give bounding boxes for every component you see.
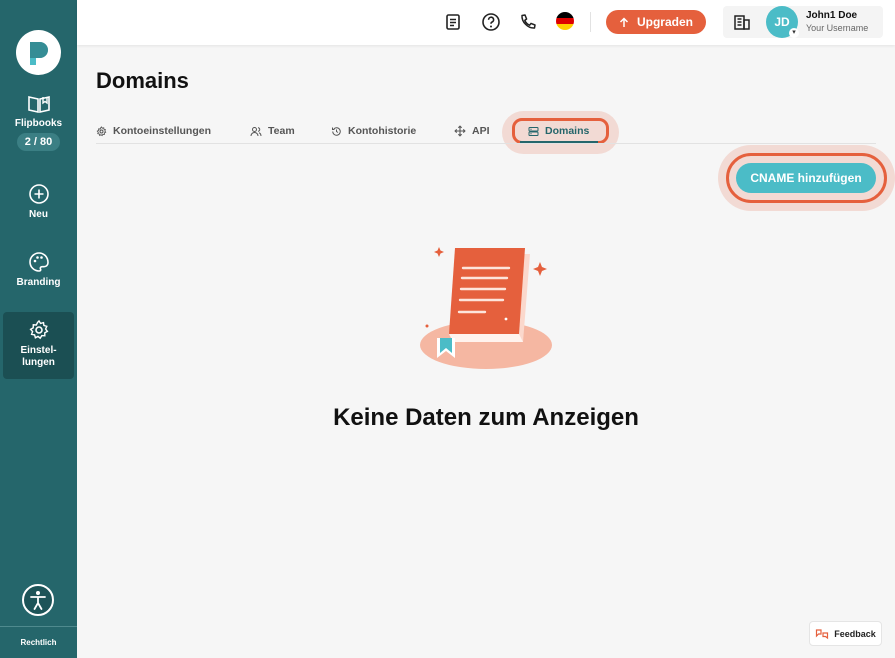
user-menu[interactable]: JD ▾ John1 Doe Your Username: [723, 6, 883, 38]
top-bar: Upgraden JD ▾ John1 Doe Your Username: [77, 0, 895, 45]
flipbooks-count-badge: 2 / 80: [16, 133, 61, 151]
sidebar-item-flipbooks[interactable]: Flipbooks 2 / 80: [3, 94, 74, 162]
empty-state-message: Keine Daten zum Anzeigen: [333, 404, 639, 431]
help-icon[interactable]: [481, 12, 501, 32]
upgrade-label: Upgraden: [636, 15, 693, 29]
plus-circle-icon: [28, 184, 49, 204]
sidebar-item-label: lungen: [22, 357, 55, 368]
sidebar-item-new[interactable]: Neu: [3, 183, 74, 231]
user-subtitle: Your Username: [806, 23, 869, 33]
sidebar-item-label: Neu: [29, 209, 48, 220]
users-icon: [250, 126, 262, 136]
arrow-up-icon: [619, 16, 629, 27]
tab-label: Team: [268, 125, 295, 137]
phone-icon[interactable]: [518, 12, 538, 32]
user-name: John1 Doe: [806, 10, 858, 21]
gear-icon: [28, 319, 48, 340]
move-arrows-icon: [454, 125, 466, 137]
language-flag-icon[interactable]: [556, 12, 574, 30]
upgrade-button[interactable]: Upgraden: [606, 10, 706, 34]
topbar-divider: [590, 12, 591, 32]
chevron-down-icon[interactable]: ▾: [789, 28, 799, 38]
logo-icon: [30, 42, 48, 65]
palette-icon: [28, 252, 49, 272]
open-book-icon: [27, 96, 50, 113]
tab-domains[interactable]: Domains: [528, 123, 589, 139]
settings-tabs: Kontoeinstellungen Team Kontohistorie AP…: [96, 123, 876, 144]
accessibility-icon: [30, 591, 46, 610]
app-logo[interactable]: [16, 30, 61, 75]
history-icon: [332, 126, 341, 136]
gear-icon: [96, 125, 107, 136]
tab-label: Kontohistorie: [348, 125, 417, 137]
tab-account-history[interactable]: Kontohistorie: [331, 123, 416, 139]
tab-team[interactable]: Team: [250, 123, 295, 139]
tab-label: Kontoeinstellungen: [113, 125, 211, 137]
feedback-button[interactable]: Feedback: [809, 621, 882, 646]
feedback-icon: [816, 628, 829, 639]
tab-label: API: [472, 125, 490, 137]
feedback-label: Feedback: [834, 628, 876, 639]
page-title: Domains: [96, 68, 189, 93]
sidebar-item-branding[interactable]: Branding: [3, 251, 74, 299]
sidebar: Flipbooks 2 / 80 Neu Branding Einstel- l…: [0, 0, 77, 658]
tab-api[interactable]: API: [454, 123, 490, 139]
add-cname-button[interactable]: CNAME hinzufügen: [736, 163, 876, 193]
server-icon: [528, 126, 539, 136]
legal-link[interactable]: Rechtlich: [0, 638, 77, 647]
sidebar-item-label: Einstel-: [20, 345, 57, 356]
accessibility-button[interactable]: [22, 584, 54, 616]
empty-book-illustration: [420, 247, 552, 369]
sidebar-item-settings[interactable]: Einstel- lungen: [3, 312, 74, 379]
building-icon[interactable]: [733, 13, 751, 31]
sidebar-divider: [0, 626, 77, 627]
sidebar-item-label: Branding: [16, 277, 61, 288]
tab-account-settings[interactable]: Kontoeinstellungen: [96, 123, 211, 139]
sidebar-item-label: Flipbooks: [14, 118, 63, 129]
tab-label: Domains: [545, 125, 590, 137]
active-tab-indicator: [520, 141, 598, 143]
document-icon[interactable]: [443, 12, 463, 32]
